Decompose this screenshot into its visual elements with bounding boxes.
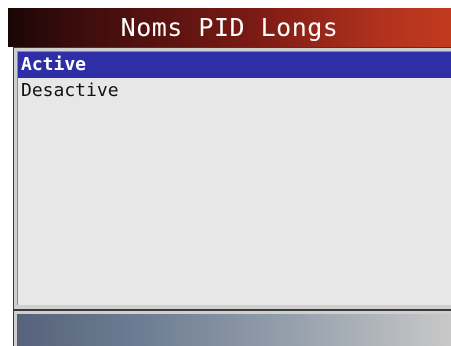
screen-title-bar: Noms PID Longs	[8, 8, 451, 47]
menu-item-desactive[interactable]: Desactive	[18, 78, 451, 104]
menu-item-active[interactable]: Active	[18, 52, 451, 78]
device-screen: Noms PID Longs Active Desactive	[0, 0, 451, 346]
screen-title: Noms PID Longs	[120, 13, 339, 42]
menu-list: Active Desactive	[17, 51, 451, 305]
status-bar	[17, 314, 451, 346]
